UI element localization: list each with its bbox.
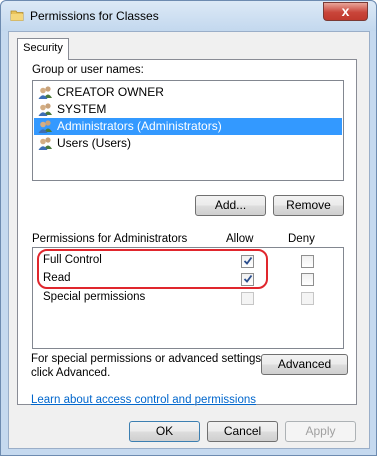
advanced-info-line1: For special permissions or advanced sett… [31,353,265,365]
list-item-label: Administrators (Administrators) [57,119,222,133]
dialog-window: Permissions for Classes x Security Group… [0,0,377,456]
dialog-client-area: Security Group or user names: CREATOR OW… [8,31,370,449]
allow-special-checkbox [241,292,254,305]
users-icon [38,103,52,116]
allow-column-header: Allow [226,233,254,245]
cancel-button[interactable]: Cancel [207,421,278,442]
remove-button[interactable]: Remove [273,195,344,216]
close-button[interactable]: x [323,2,368,21]
deny-special-checkbox [301,292,314,305]
list-item-label: CREATOR OWNER [57,85,164,99]
deny-read-checkbox[interactable] [301,273,314,286]
advanced-info-line2: click Advanced. [31,367,111,379]
permissions-header-label: Permissions for Administrators [32,233,188,245]
permission-name: Special permissions [43,291,146,303]
list-item-label: SYSTEM [57,102,107,116]
ok-button[interactable]: OK [129,421,200,442]
group-user-listbox[interactable]: CREATOR OWNER SYSTEM Administrators (Adm… [32,80,344,181]
group-list-label: Group or user names: [32,64,144,76]
list-item-system[interactable]: SYSTEM [34,101,342,118]
users-icon [38,86,52,99]
help-link[interactable]: Learn about access control and permissio… [31,394,256,406]
users-icon [38,137,52,150]
folder-icon [10,10,24,21]
list-item-administrators[interactable]: Administrators (Administrators) [34,118,342,135]
security-tab-panel: Group or user names: CREATOR OWNER SYSTE… [17,59,357,406]
deny-full-control-checkbox[interactable] [301,255,314,268]
add-button[interactable]: Add... [195,195,266,216]
deny-column-header: Deny [288,233,315,245]
list-item-users[interactable]: Users (Users) [34,135,342,152]
users-icon [38,120,52,133]
apply-button: Apply [285,421,356,442]
tab-security[interactable]: Security [17,38,69,60]
title-bar[interactable]: Permissions for Classes x [1,1,376,31]
window-title: Permissions for Classes [30,9,159,23]
advanced-button[interactable]: Advanced [261,354,348,375]
list-item-creator-owner[interactable]: CREATOR OWNER [34,84,342,101]
annotation-highlight-box [37,249,268,289]
list-item-label: Users (Users) [57,136,131,150]
tab-label: Security [23,42,63,54]
close-icon: x [341,3,350,19]
